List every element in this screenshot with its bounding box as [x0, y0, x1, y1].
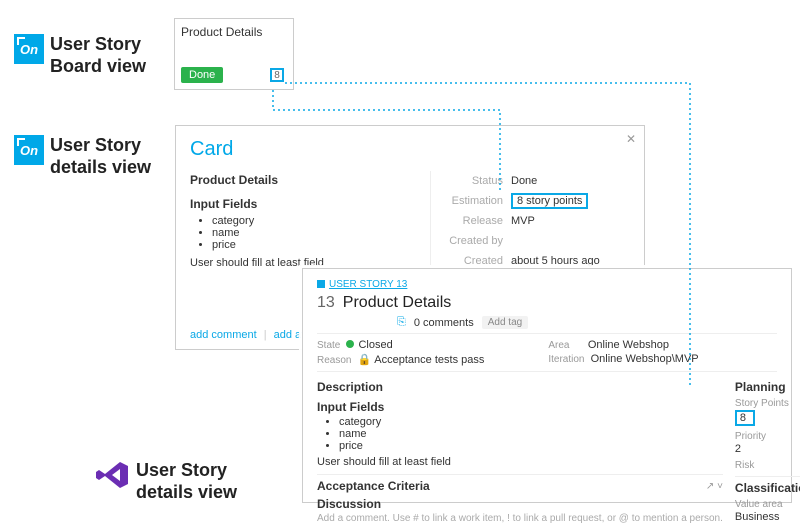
- meta-label: Created by: [441, 235, 503, 247]
- input-fields-heading: Input Fields: [190, 197, 418, 211]
- field-label: Value area: [735, 499, 800, 510]
- comments-count[interactable]: 0 comments: [414, 317, 474, 329]
- ado-work-item-card: USER STORY 13 13 Product Details ⎘ 0 com…: [302, 268, 792, 503]
- card-title: Product Details: [181, 25, 287, 39]
- description-heading: Description: [317, 380, 723, 394]
- card-header: Card: [190, 138, 630, 161]
- meta-label: Estimation: [441, 195, 503, 207]
- meta-label: Created: [441, 255, 503, 267]
- input-fields-list: category name price: [190, 215, 418, 251]
- label-text: User Story details view: [50, 135, 151, 178]
- lock-icon: 🔒: [358, 354, 372, 366]
- comments-link-icon[interactable]: ⎘: [397, 316, 406, 329]
- meta-value: Done: [511, 175, 537, 187]
- field-label: Area: [548, 340, 569, 351]
- note-text: User should fill at least field: [317, 456, 723, 468]
- list-item: price: [212, 239, 418, 251]
- state-field[interactable]: Closed: [358, 339, 392, 351]
- add-tag-button[interactable]: Add tag: [482, 316, 528, 329]
- field-label: Reason: [317, 355, 351, 366]
- label-text: User Story details view: [136, 460, 237, 503]
- meta-value: about 5 hours ago: [511, 255, 600, 267]
- iteration-field[interactable]: Online Webshop\MVP: [591, 353, 699, 365]
- list-item: price: [339, 440, 723, 452]
- list-item: category: [339, 416, 723, 428]
- acceptance-criteria-heading: Acceptance Criteria: [317, 479, 430, 493]
- classification-heading: Classification: [735, 481, 800, 495]
- story-points-field[interactable]: 8: [735, 410, 755, 426]
- close-icon[interactable]: ✕: [626, 132, 636, 146]
- board-card[interactable]: Product Details Done 8: [174, 18, 294, 90]
- label-kanban-details: On User Story details view: [14, 135, 151, 178]
- field-label: Risk: [735, 460, 800, 471]
- label-text: User Story Board view: [50, 34, 146, 77]
- comment-input[interactable]: Add a comment. Use # to link a work item…: [317, 513, 723, 524]
- planning-heading: Planning: [735, 380, 800, 394]
- meta-label: Status: [441, 175, 503, 187]
- field-label: State: [317, 340, 340, 351]
- list-item: name: [339, 428, 723, 440]
- label-board-view: On User Story Board view: [14, 34, 146, 77]
- state-dot-icon: [346, 340, 354, 348]
- work-item-title[interactable]: Product Details: [343, 294, 452, 312]
- breadcrumb[interactable]: USER STORY 13: [317, 279, 407, 290]
- value-area-field[interactable]: Business: [735, 511, 800, 523]
- reason-field[interactable]: Acceptance tests pass: [374, 354, 484, 366]
- label-ado-details: User Story details view: [94, 460, 237, 503]
- work-item-type-icon: [317, 280, 325, 288]
- input-fields-heading: Input Fields: [317, 400, 723, 414]
- card-title: Product Details: [190, 173, 418, 187]
- field-label: Priority: [735, 431, 800, 442]
- list-item: category: [212, 215, 418, 227]
- input-fields-list: category name price: [317, 416, 723, 452]
- estimation-value: 8 story points: [511, 193, 588, 209]
- list-item: name: [212, 227, 418, 239]
- expand-collapse-icon[interactable]: ↗ ˅: [706, 481, 723, 492]
- meta-value: MVP: [511, 215, 535, 227]
- work-item-id: 13: [317, 294, 335, 312]
- meta-label: Release: [441, 215, 503, 227]
- visual-studio-icon: [94, 460, 130, 490]
- area-field[interactable]: Online Webshop: [588, 339, 669, 351]
- field-label: Iteration: [548, 354, 584, 365]
- kanban-app-icon: On: [14, 34, 44, 64]
- estimate-badge: 8: [270, 68, 284, 82]
- kanban-app-icon: On: [14, 135, 44, 165]
- add-comment-link[interactable]: add comment: [190, 329, 257, 341]
- field-label: Story Points: [735, 398, 800, 409]
- status-pill-done[interactable]: Done: [181, 67, 223, 83]
- discussion-heading: Discussion: [317, 497, 723, 511]
- priority-field[interactable]: 2: [735, 443, 800, 455]
